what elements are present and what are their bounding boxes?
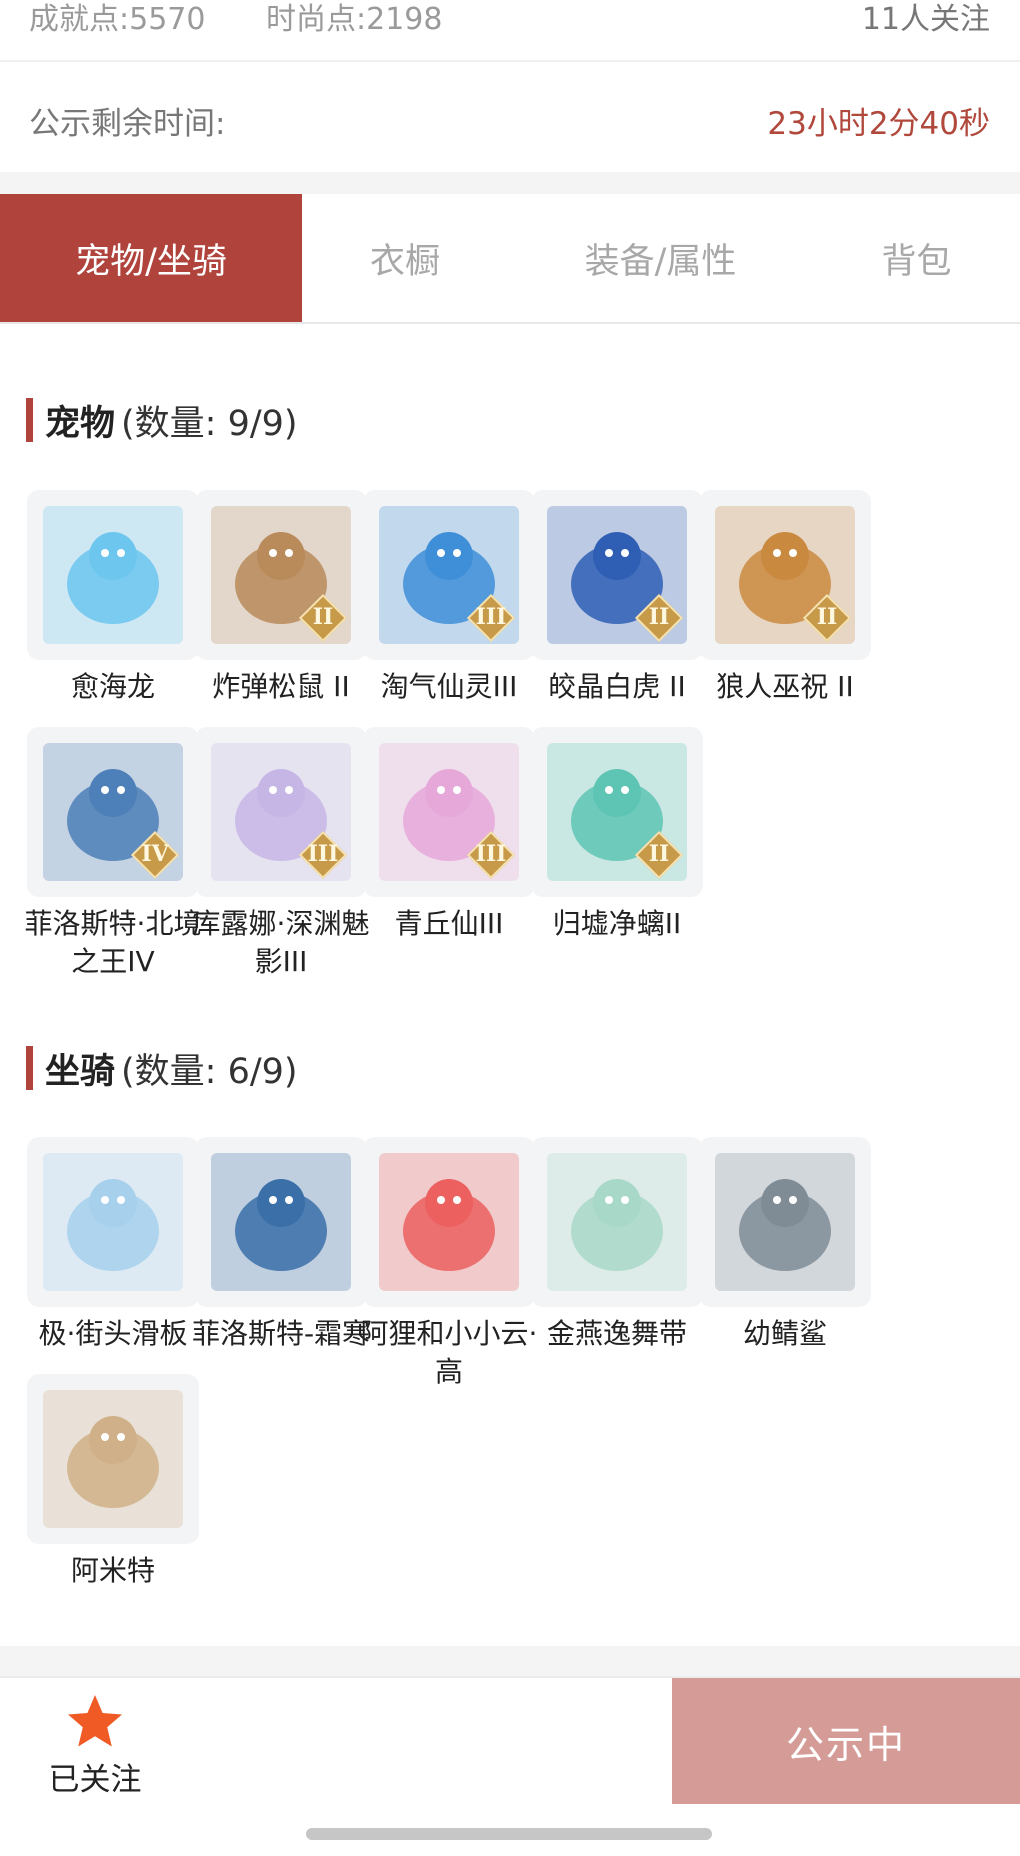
- item-card[interactable]: 阿狸和小小云·高: [361, 1137, 537, 1391]
- fox-cloud-icon: [379, 1153, 519, 1291]
- pets-section-title: 宠物: [45, 403, 116, 444]
- item-name: 青丘仙III: [394, 907, 504, 940]
- countdown-value: 23小时2分40秒: [767, 106, 990, 142]
- tab-bar: 宠物/坐骑 衣橱 装备/属性 背包: [0, 194, 1020, 324]
- item-card[interactable]: IV 菲洛斯特·北境之王IV: [25, 727, 201, 981]
- follow-button[interactable]: 已关注: [40, 1692, 150, 1799]
- item-name: 幼鲭鲨: [742, 1317, 827, 1350]
- item-tile: IV: [27, 727, 199, 897]
- item-card[interactable]: 幼鲭鲨: [699, 1137, 871, 1353]
- shark-icon: [715, 1153, 855, 1291]
- item-tile: [27, 1374, 199, 1544]
- crocodile-icon: [43, 1390, 183, 1528]
- item-tile: II: [195, 490, 367, 660]
- item-name: 阿狸和小小云·高: [360, 1317, 538, 1388]
- item-tile: [531, 1137, 703, 1307]
- tab-backpack[interactable]: 背包: [813, 194, 1020, 322]
- item-card[interactable]: II 狼人巫祝 II: [699, 490, 871, 706]
- home-indicator[interactable]: [306, 1828, 712, 1840]
- item-card[interactable]: III 淘气仙灵III: [363, 490, 535, 706]
- section-divider: [0, 172, 1020, 194]
- item-name: 阿米特: [70, 1554, 155, 1587]
- skateboard-icon: [43, 1153, 183, 1291]
- mounts-section-title: 坐骑: [45, 1051, 116, 1092]
- pets-section-count: (数量: 9/9): [121, 403, 298, 444]
- fashion-points: 时尚点:2198: [266, 2, 443, 37]
- item-tile: [363, 1137, 535, 1307]
- countdown-label: 公示剩余时间:: [29, 106, 226, 142]
- item-name: 极·街头滑板: [38, 1317, 188, 1350]
- item-name: 归墟净螭II: [552, 907, 682, 940]
- item-name: 愈海龙: [70, 670, 155, 703]
- item-tile: [699, 1137, 871, 1307]
- item-card[interactable]: 金燕逸舞带: [531, 1137, 703, 1353]
- rank-badge: II: [634, 830, 684, 880]
- item-card[interactable]: 极·街头滑板: [27, 1137, 199, 1353]
- rank-badge: II: [634, 593, 684, 643]
- item-tile: III: [195, 727, 367, 897]
- tab-equipment-attributes[interactable]: 装备/属性: [508, 194, 813, 322]
- item-name: 淘气仙灵III: [380, 670, 518, 703]
- publicity-status-button[interactable]: 公示中: [672, 1678, 1020, 1804]
- item-tile: [195, 1137, 367, 1307]
- top-stats-bar: 成就点:5570 时尚点:2198 11人关注: [0, 0, 1020, 62]
- rank-badge: III: [466, 830, 516, 880]
- item-card[interactable]: II 归墟净螭II: [531, 727, 703, 943]
- item-tile: [27, 490, 199, 660]
- star-icon: [65, 1692, 125, 1752]
- item-card[interactable]: 阿米特: [27, 1374, 199, 1590]
- bottom-action-bar: 已关注 公示中: [0, 1676, 1020, 1856]
- item-name: 库露娜·深渊魅影III: [192, 907, 370, 978]
- item-tile: II: [699, 490, 871, 660]
- pets-section-header: 宠物 (数量: 9/9): [26, 396, 298, 444]
- golden-ribbon-icon: [547, 1153, 687, 1291]
- follow-label: 已关注: [48, 1762, 142, 1798]
- item-card[interactable]: III 青丘仙III: [363, 727, 535, 943]
- item-card[interactable]: 愈海龙: [27, 490, 199, 706]
- tab-pets-mounts[interactable]: 宠物/坐骑: [0, 194, 302, 322]
- item-tile: [27, 1137, 199, 1307]
- item-name: 金燕逸舞带: [546, 1317, 687, 1350]
- item-tile: II: [531, 490, 703, 660]
- section-accent-bar: [26, 1046, 33, 1090]
- rank-badge: II: [802, 593, 852, 643]
- item-name: 菲洛斯特-霜寒: [191, 1317, 371, 1350]
- item-card[interactable]: 菲洛斯特-霜寒: [192, 1137, 370, 1353]
- rank-badge: III: [298, 830, 348, 880]
- follower-count: 11人关注: [861, 2, 990, 37]
- rank-badge: II: [298, 593, 348, 643]
- section-accent-bar: [26, 398, 33, 442]
- item-tile: III: [363, 727, 535, 897]
- mounts-section-count: (数量: 6/9): [121, 1051, 298, 1092]
- item-tile: II: [531, 727, 703, 897]
- item-name: 炸弹松鼠 II: [212, 670, 350, 703]
- mounts-section-header: 坐骑 (数量: 6/9): [26, 1044, 298, 1092]
- item-name: 狼人巫祝 II: [716, 670, 854, 703]
- publicity-countdown-row: 公示剩余时间: 23小时2分40秒: [0, 62, 1020, 172]
- achievement-points: 成就点:5570: [29, 2, 206, 37]
- tab-wardrobe[interactable]: 衣橱: [302, 194, 508, 322]
- item-name: 皎晶白虎 II: [548, 670, 686, 703]
- rank-badge: III: [466, 593, 516, 643]
- rank-badge: IV: [130, 830, 180, 880]
- frost-rider-icon: [211, 1153, 351, 1291]
- sea-dragon-icon: [43, 506, 183, 644]
- item-name: 菲洛斯特·北境之王IV: [24, 907, 202, 978]
- item-card[interactable]: II 炸弹松鼠 II: [195, 490, 367, 706]
- content-end-divider: [0, 1646, 1020, 1676]
- item-tile: III: [363, 490, 535, 660]
- item-card[interactable]: II 皎晶白虎 II: [531, 490, 703, 706]
- item-card[interactable]: III 库露娜·深渊魅影III: [193, 727, 369, 981]
